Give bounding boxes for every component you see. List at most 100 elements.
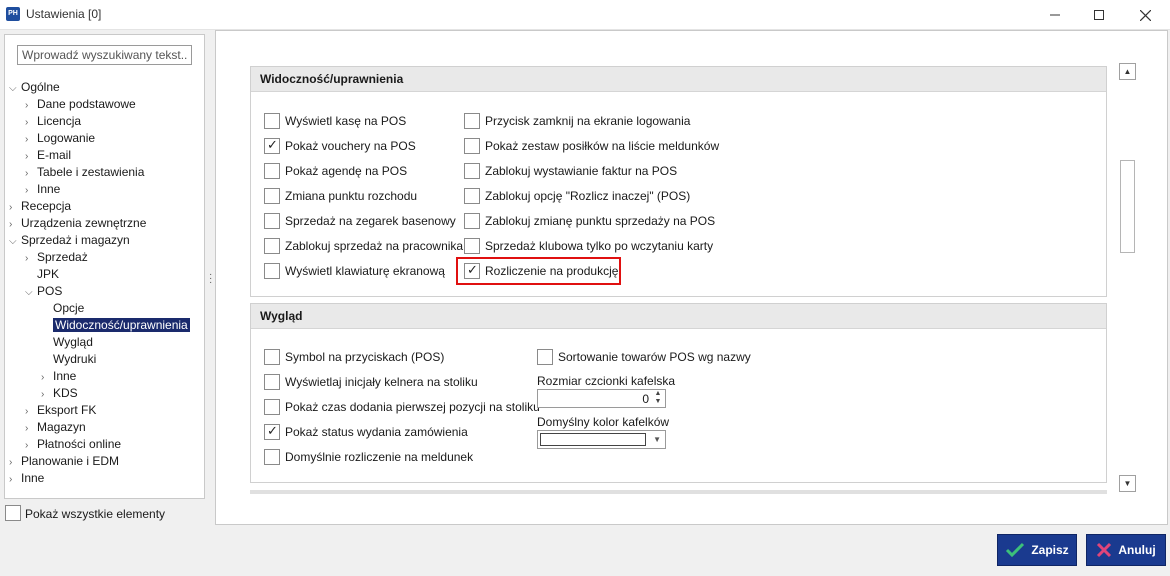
chevron-right-icon[interactable]: › (25, 148, 37, 165)
tile-color-picker[interactable]: ▼ (537, 430, 666, 449)
tree-item[interactable]: ⌵ POS (25, 283, 62, 300)
tree-item[interactable]: › Tabele i zestawienia (25, 164, 144, 181)
tree-item[interactable]: › Eksport FK (25, 402, 96, 419)
scroll-down-icon[interactable]: ▼ (1119, 475, 1136, 492)
tree-item[interactable]: › Recepcja (9, 198, 71, 215)
chevron-down-icon[interactable]: ⌵ (25, 284, 37, 301)
setting-checkbox[interactable] (464, 163, 480, 179)
tree-item[interactable]: › E-mail (25, 147, 71, 164)
setting-label: Pokaż agendę na POS (285, 164, 408, 178)
tree-item-label: Inne (53, 369, 77, 383)
chevron-right-icon[interactable]: › (9, 471, 21, 488)
sort-by-name-checkbox[interactable] (537, 349, 553, 365)
setting-checkbox[interactable] (264, 374, 280, 390)
chevron-down-icon[interactable]: ⌵ (9, 233, 21, 250)
setting-checkbox[interactable] (264, 349, 280, 365)
show-all-checkbox[interactable] (5, 505, 21, 521)
chevron-right-icon[interactable]: › (25, 403, 37, 420)
tree-item-label: Sprzedaż (37, 250, 88, 264)
chevron-right-icon[interactable]: › (9, 199, 21, 216)
setting-checkbox[interactable] (264, 163, 280, 179)
tree-item-label: Opcje (53, 301, 85, 315)
tree-item-label: Inne (21, 471, 45, 485)
chevron-right-icon[interactable]: › (41, 386, 53, 403)
window-title: Ustawienia [0] (26, 7, 102, 21)
setting-checkbox[interactable] (464, 188, 480, 204)
chevron-right-icon[interactable]: › (25, 437, 37, 454)
tree-item[interactable]: › KDS (41, 385, 78, 402)
tree-item[interactable]: › Płatności online (25, 436, 121, 453)
tree-item[interactable]: › Dane podstawowe (25, 96, 136, 113)
chevron-right-icon[interactable]: › (41, 369, 53, 386)
vertical-scrollbar[interactable]: ▲ ▼ (1119, 63, 1136, 492)
spinner-arrows-icon[interactable]: ▲ ▼ (652, 390, 664, 407)
setting-label: Sprzedaż klubowa tylko po wczytaniu kart… (485, 239, 714, 253)
setting-checkbox[interactable] (264, 449, 280, 465)
setting-label: Zablokuj opcję "Rozlicz inaczej" (POS) (485, 189, 691, 203)
tile-color-swatch (540, 433, 646, 446)
chevron-down-icon[interactable]: ▼ (653, 435, 661, 444)
tree-item-label: Dane podstawowe (37, 97, 136, 111)
setting-checkbox[interactable] (264, 213, 280, 229)
setting-checkbox[interactable] (464, 113, 480, 129)
setting-checkbox[interactable] (264, 263, 280, 279)
minimize-button[interactable] (1035, 0, 1075, 30)
chevron-right-icon[interactable]: › (25, 420, 37, 437)
close-button[interactable] (1125, 0, 1165, 30)
tree-item[interactable]: › Licencja (25, 113, 81, 130)
tree-item[interactable]: › Inne (9, 470, 44, 487)
chevron-right-icon[interactable]: › (9, 216, 21, 233)
navigation-panel: ⌵Ogólne›Dane podstawowe›Licencja›Logowan… (4, 34, 205, 499)
tree-item[interactable]: JPK (25, 266, 59, 283)
cancel-button[interactable]: Anuluj (1086, 534, 1166, 566)
chevron-right-icon[interactable]: › (25, 250, 37, 267)
tree-item-label: Planowanie i EDM (21, 454, 120, 468)
tree-item[interactable]: › Urządzenia zewnętrzne (9, 215, 146, 232)
tree-item[interactable]: › Inne (25, 181, 60, 198)
tree-item-label: Urządzenia zewnętrzne (21, 216, 147, 230)
tree-item[interactable]: Opcje (41, 300, 84, 317)
tree-item[interactable]: › Planowanie i EDM (9, 453, 119, 470)
chevron-right-icon[interactable]: › (25, 97, 37, 114)
setting-checkbox[interactable] (264, 188, 280, 204)
scroll-up-icon[interactable]: ▲ (1119, 63, 1136, 80)
save-button[interactable]: Zapisz (997, 534, 1077, 566)
title-bar: PH Ustawienia [0] (0, 0, 1170, 30)
tree-item[interactable]: Wydruki (41, 351, 96, 368)
sort-by-name-label: Sortowanie towarów POS wg nazwy (558, 350, 751, 364)
font-size-label: Rozmiar czcionki kafelska (537, 374, 676, 388)
setting-checkbox[interactable] (264, 399, 280, 415)
tree-item-label: E-mail (37, 148, 72, 162)
setting-checkbox[interactable] (464, 238, 480, 254)
chevron-right-icon[interactable]: › (25, 165, 37, 182)
setting-checkbox[interactable] (264, 113, 280, 129)
chevron-right-icon[interactable]: › (25, 182, 37, 199)
chevron-down-icon[interactable]: ⌵ (9, 80, 21, 97)
setting-checkbox[interactable]: ✓ (264, 137, 280, 154)
setting-label: Wyświetlaj inicjały kelnera na stoliku (285, 375, 478, 389)
tree-item-label: Recepcja (21, 199, 72, 213)
chevron-right-icon[interactable]: › (9, 454, 21, 471)
chevron-right-icon[interactable]: › (25, 131, 37, 148)
tree-item[interactable]: Widoczność/uprawnienia (41, 317, 190, 334)
scrollbar-thumb[interactable] (1120, 160, 1135, 253)
maximize-button[interactable] (1079, 0, 1119, 30)
splitter-handle[interactable]: · · · (209, 270, 212, 288)
setting-checkbox[interactable] (464, 213, 480, 229)
app-logo-icon: PH (6, 7, 20, 21)
minimize-icon (1050, 14, 1060, 16)
setting-checkbox[interactable] (464, 138, 480, 154)
search-input[interactable] (17, 45, 192, 65)
tree-item[interactable]: ⌵ Ogólne (9, 79, 60, 96)
setting-label: Przycisk zamknij na ekranie logowania (485, 114, 691, 128)
chevron-right-icon[interactable]: › (25, 114, 37, 131)
tree-item[interactable]: ⌵ Sprzedaż i magazyn (9, 232, 130, 249)
setting-checkbox[interactable]: ✓ (264, 423, 280, 440)
tree-item[interactable]: › Magazyn (25, 419, 86, 436)
tree-item[interactable]: › Logowanie (25, 130, 95, 147)
tree-item[interactable]: › Inne (41, 368, 76, 385)
setting-checkbox[interactable] (264, 238, 280, 254)
font-size-spinner[interactable]: 0 ▲ ▼ (537, 389, 666, 408)
tree-item[interactable]: › Sprzedaż (25, 249, 88, 266)
tree-item[interactable]: Wygląd (41, 334, 93, 351)
